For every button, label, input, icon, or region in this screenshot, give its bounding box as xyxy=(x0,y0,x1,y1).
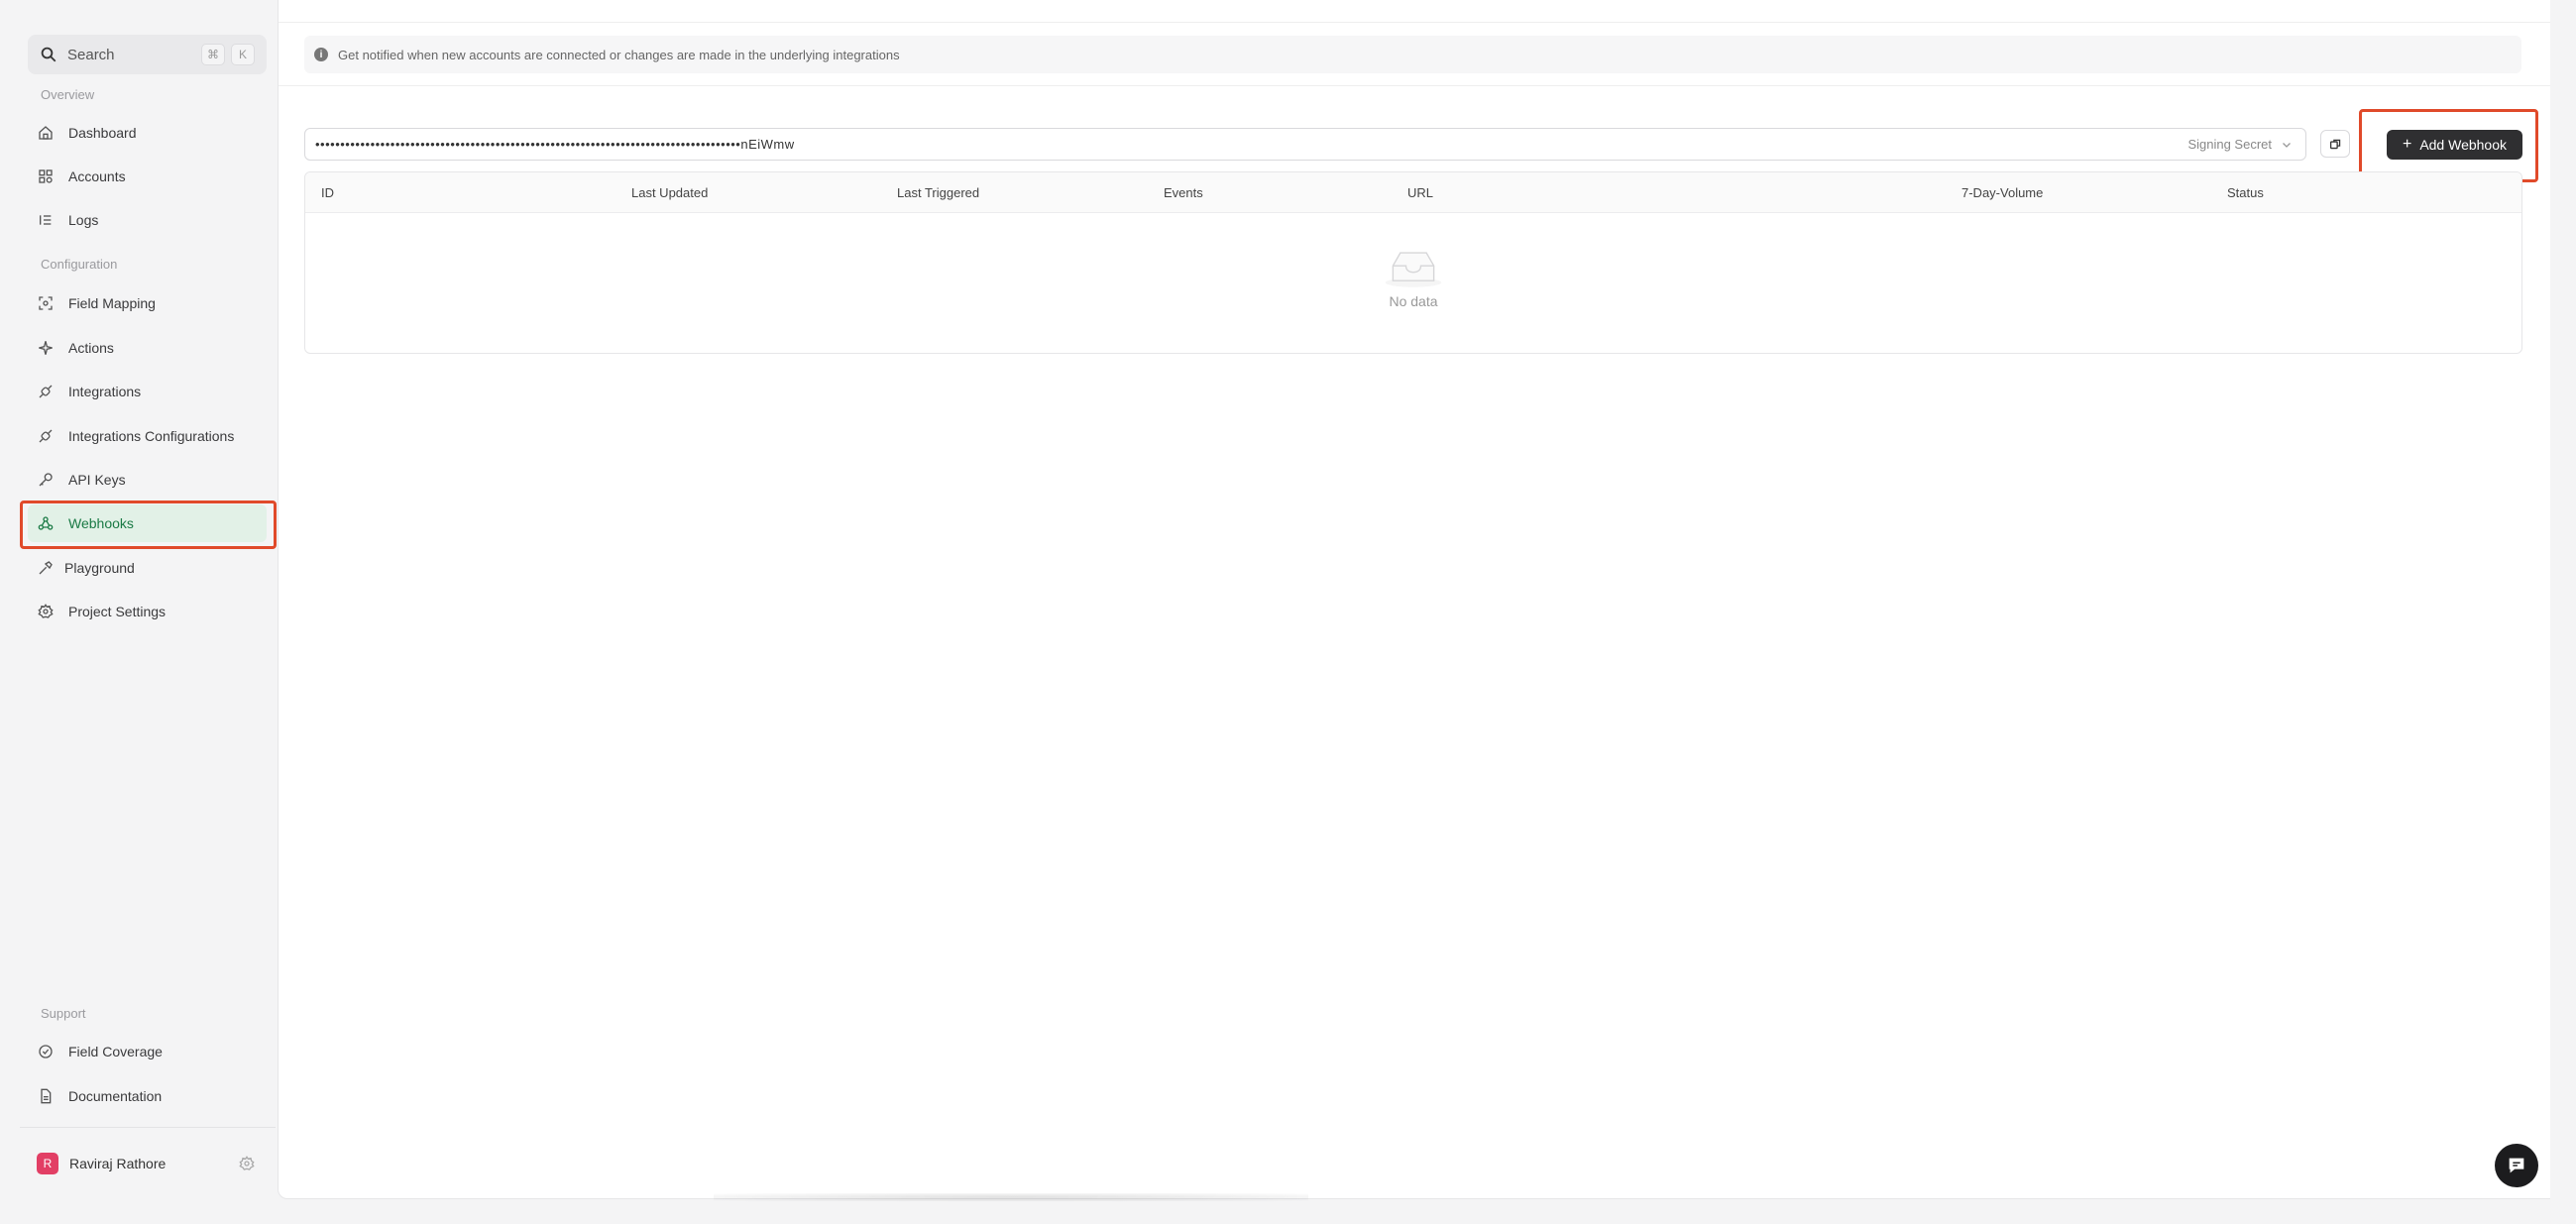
hammer-icon xyxy=(38,560,54,576)
secret-type-select[interactable]: Signing Secret xyxy=(2187,137,2305,152)
sidebar-item-label: Dashboard xyxy=(68,125,137,141)
sidebar-item-project-settings[interactable]: Project Settings xyxy=(28,593,267,630)
plug-icon xyxy=(38,428,54,444)
sidebar-item-integrations-configurations[interactable]: Integrations Configurations xyxy=(28,417,267,455)
shortcut-k: K xyxy=(231,44,255,65)
section-overview: Overview xyxy=(41,87,95,102)
main-panel: i Get notified when new accounts are con… xyxy=(278,0,2550,1199)
top-divider xyxy=(279,22,2550,23)
inbox-icon xyxy=(1385,252,1442,287)
user-profile[interactable]: R Raviraj Rathore xyxy=(28,1147,267,1180)
home-icon xyxy=(38,125,54,141)
plug-icon xyxy=(38,384,54,399)
sidebar-divider xyxy=(20,1127,276,1128)
sidebar-item-integrations[interactable]: Integrations xyxy=(28,373,267,410)
column-header-id[interactable]: ID xyxy=(321,185,334,200)
info-icon: i xyxy=(314,48,328,61)
sidebar-item-label: Field Coverage xyxy=(68,1044,163,1059)
table-header: ID Last Updated Last Triggered Events UR… xyxy=(305,172,2521,213)
webhooks-highlight xyxy=(20,501,277,549)
sidebar-item-label: Logs xyxy=(68,212,99,228)
sidebar-item-playground[interactable]: Playground xyxy=(28,549,267,587)
webhooks-table: ID Last Updated Last Triggered Events UR… xyxy=(304,171,2522,354)
list-icon xyxy=(38,212,54,228)
scan-icon xyxy=(38,295,54,311)
search-icon xyxy=(41,47,56,62)
sidebar-item-logs[interactable]: Logs xyxy=(28,201,267,239)
column-header-status[interactable]: Status xyxy=(2227,185,2264,200)
sidebar-item-api-keys[interactable]: API Keys xyxy=(28,461,267,499)
sidebar-item-field-coverage[interactable]: Field Coverage xyxy=(28,1033,267,1070)
section-configuration: Configuration xyxy=(41,257,118,272)
sidebar-item-label: Accounts xyxy=(68,168,126,184)
shortcut-cmd: ⌘ xyxy=(201,44,225,65)
sidebar-item-documentation[interactable]: Documentation xyxy=(28,1077,267,1115)
chat-button[interactable] xyxy=(2495,1144,2538,1187)
avatar: R xyxy=(37,1153,58,1174)
key-icon xyxy=(38,472,54,488)
copy-button[interactable] xyxy=(2320,130,2350,158)
column-header-last-triggered[interactable]: Last Triggered xyxy=(897,185,979,200)
sidebar-item-actions[interactable]: Actions xyxy=(28,329,267,367)
secret-type-label: Signing Secret xyxy=(2187,137,2272,152)
search-box[interactable]: Search ⌘ K xyxy=(28,35,267,74)
signing-secret-value: ••••••••••••••••••••••••••••••••••••••••… xyxy=(315,137,795,152)
column-header-7-day-volume[interactable]: 7-Day-Volume xyxy=(1961,185,2043,200)
sidebar-item-label: Field Mapping xyxy=(68,295,156,311)
copy-icon xyxy=(2329,139,2340,149)
sidebar-item-label: Project Settings xyxy=(68,604,167,619)
sidebar-item-label: Integrations xyxy=(68,384,142,399)
sidebar-item-dashboard[interactable]: Dashboard xyxy=(28,114,267,152)
sparkle-icon xyxy=(38,340,54,356)
column-header-url[interactable]: URL xyxy=(1407,185,1433,200)
bottom-shadow xyxy=(714,1193,1308,1201)
user-name: Raviraj Rathore xyxy=(69,1156,167,1171)
column-header-last-updated[interactable]: Last Updated xyxy=(631,185,708,200)
gear-icon xyxy=(38,604,54,619)
info-banner: i Get notified when new accounts are con… xyxy=(304,36,2521,73)
search-label: Search xyxy=(67,46,115,63)
column-header-events[interactable]: Events xyxy=(1164,185,1203,200)
sidebar-item-label: Playground xyxy=(64,560,135,576)
document-icon xyxy=(38,1088,54,1104)
section-support: Support xyxy=(41,1006,86,1021)
sidebar-item-label: Documentation xyxy=(68,1088,163,1104)
sidebar-item-label: Integrations Configurations xyxy=(68,428,235,444)
signing-secret-field[interactable]: ••••••••••••••••••••••••••••••••••••••••… xyxy=(304,128,2306,161)
empty-state-text: No data xyxy=(1389,293,1438,309)
info-banner-text: Get notified when new accounts are conne… xyxy=(338,47,900,62)
section-divider xyxy=(279,85,2550,86)
sidebar-item-label: Actions xyxy=(68,340,114,356)
check-circle-icon xyxy=(38,1044,54,1059)
grid-icon xyxy=(38,168,54,184)
sidebar: Search ⌘ K Overview Dashboard Accounts L… xyxy=(0,0,278,1224)
sidebar-item-field-mapping[interactable]: Field Mapping xyxy=(28,284,267,322)
sidebar-item-label: API Keys xyxy=(68,472,126,488)
chat-icon xyxy=(2509,1158,2524,1173)
empty-state: No data xyxy=(305,248,2521,309)
sidebar-item-accounts[interactable]: Accounts xyxy=(28,158,267,195)
gear-icon[interactable] xyxy=(239,1156,255,1171)
chevron-down-icon xyxy=(2283,142,2291,148)
